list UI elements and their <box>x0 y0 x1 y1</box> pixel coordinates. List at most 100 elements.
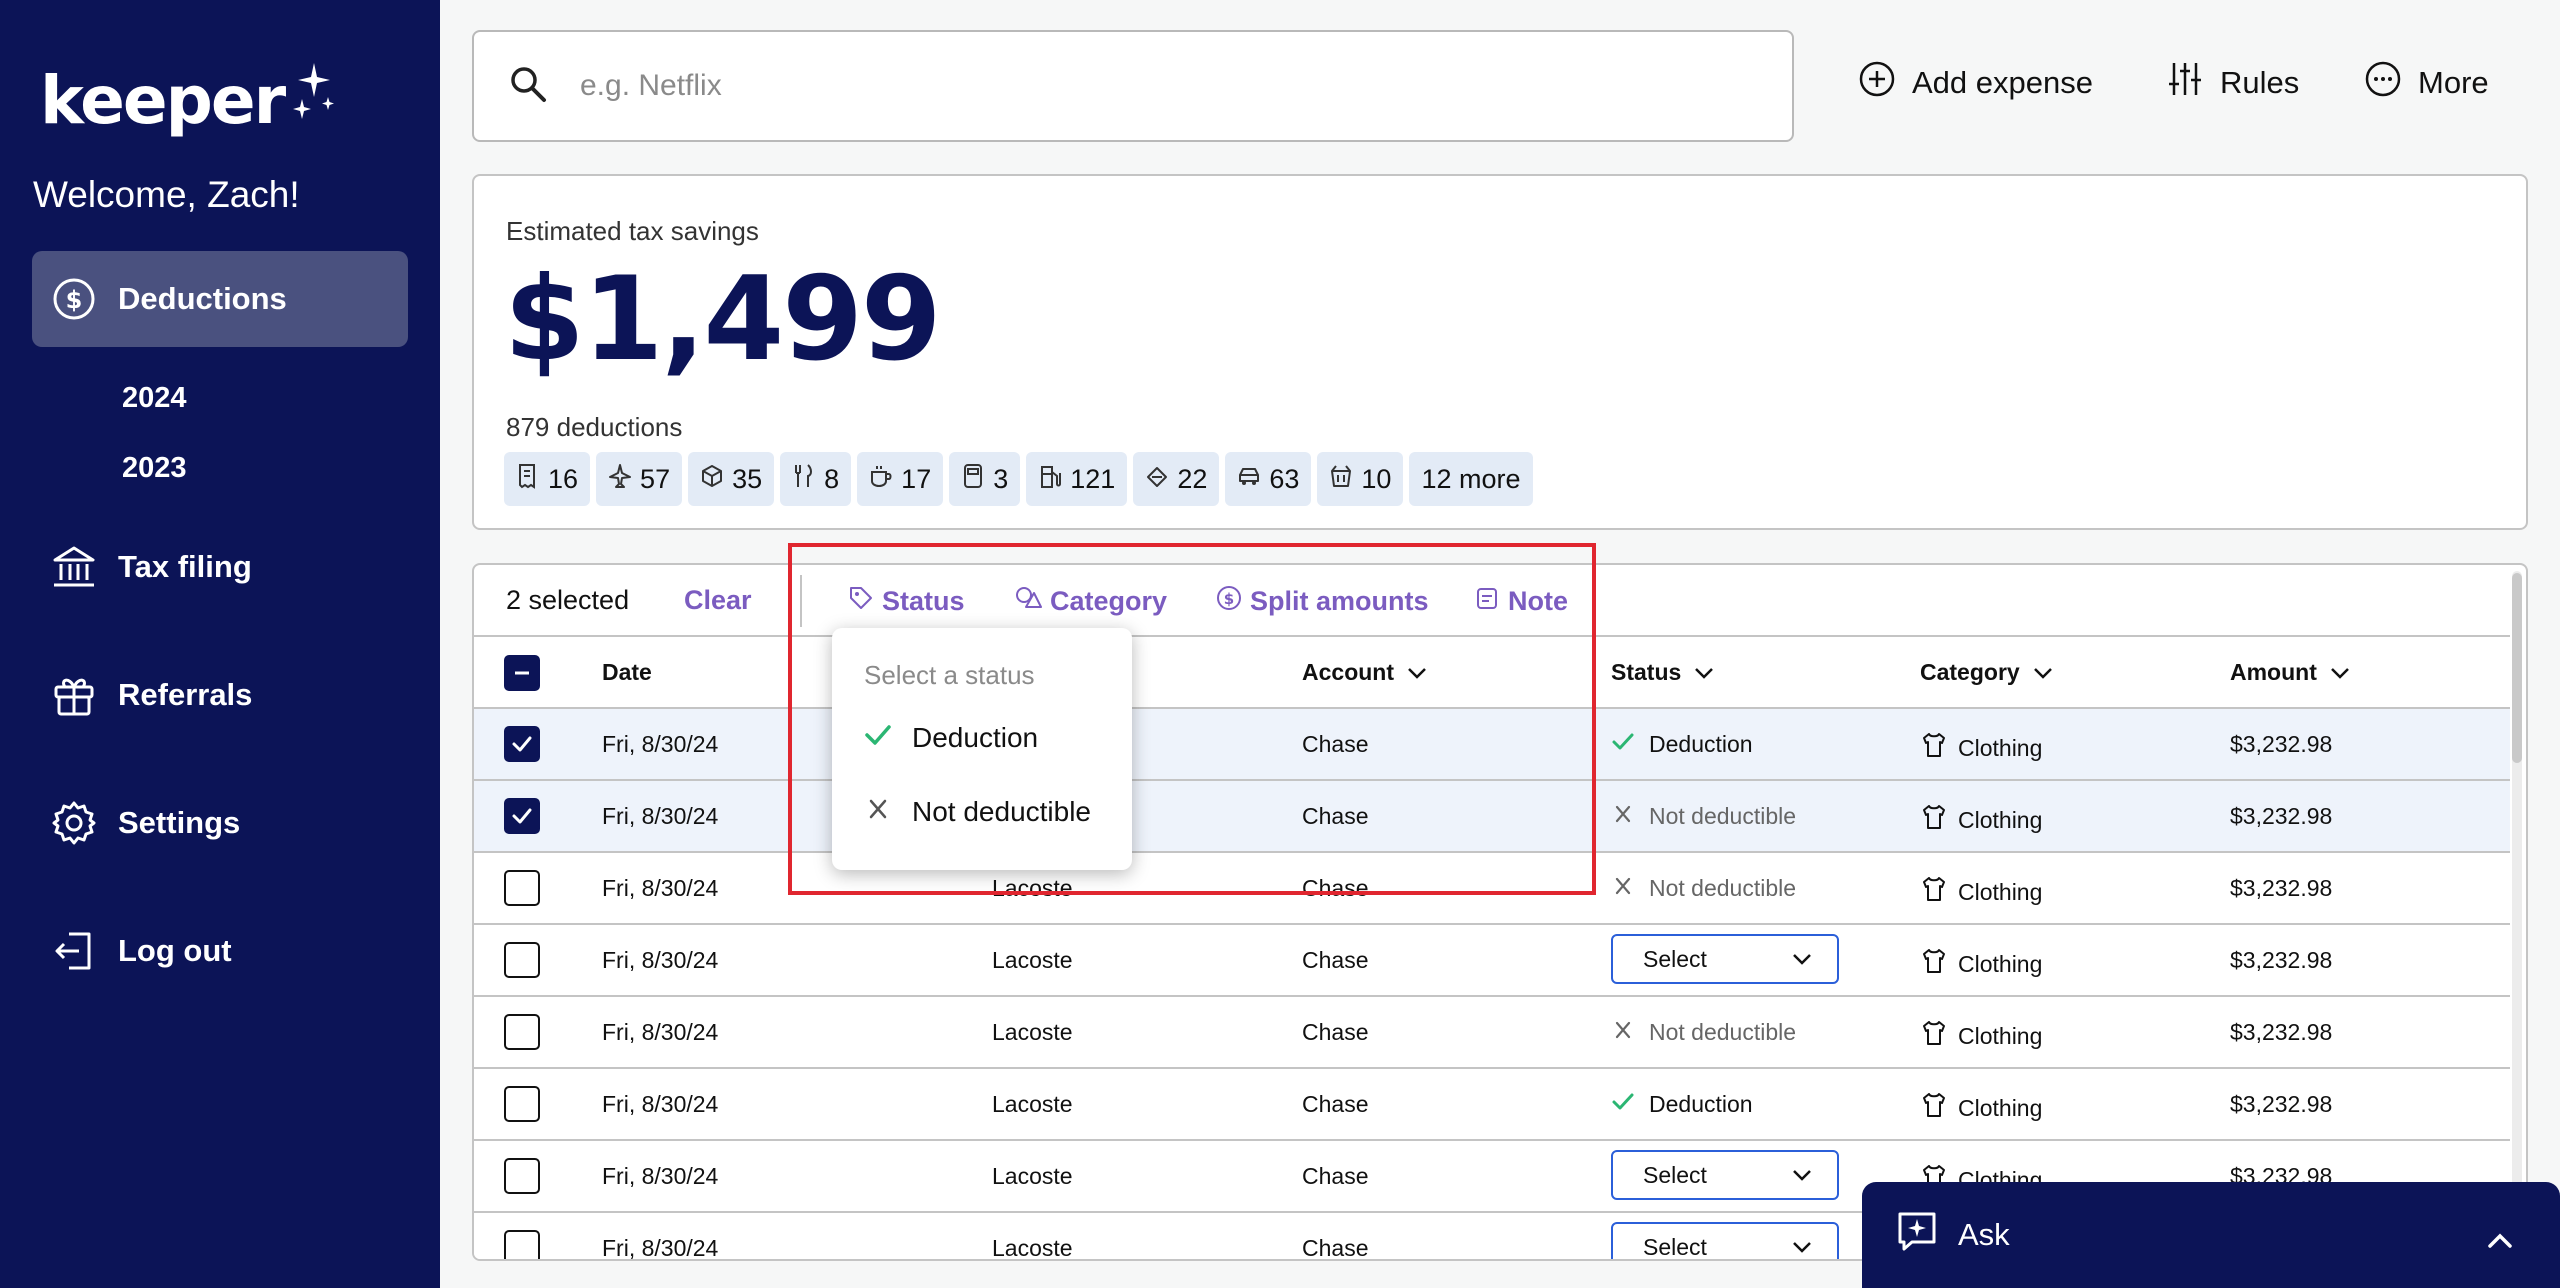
column-category[interactable]: Category <box>1920 659 2054 686</box>
shapes-icon <box>1014 585 1050 618</box>
chip-value: 35 <box>732 463 763 494</box>
chip-fuel[interactable]: 121 <box>1026 452 1128 506</box>
keeper-logo[interactable]: keeper <box>40 62 336 139</box>
chip-car[interactable]: 63 <box>1225 452 1312 506</box>
status-action-button[interactable]: Status <box>848 585 965 618</box>
chip-calculator[interactable]: 3 <box>949 452 1021 506</box>
sidebar-item-tax-filing[interactable]: Tax filing <box>32 519 408 615</box>
chip-coffee[interactable]: 17 <box>857 452 944 506</box>
merchant-cell: Lacoste <box>992 1235 1073 1261</box>
amount-cell: $3,232.98 <box>2230 1091 2333 1117</box>
more-button[interactable]: More <box>2364 60 2489 106</box>
account-cell: Chase <box>1302 1235 1369 1261</box>
row-checkbox[interactable] <box>504 726 540 762</box>
column-date[interactable]: Date <box>602 659 652 686</box>
scrollbar-thumb[interactable] <box>2512 573 2522 763</box>
category-cell[interactable]: Clothing <box>1920 1091 2042 1125</box>
date-cell: Fri, 8/30/24 <box>602 1019 719 1045</box>
chip-travel[interactable]: 57 <box>596 452 683 506</box>
add-expense-button[interactable]: Add expense <box>1858 60 2093 106</box>
category-label: Clothing <box>1958 1094 2043 1121</box>
category-cell[interactable]: Clothing <box>1920 731 2042 765</box>
chip-meals[interactable]: 8 <box>780 452 852 506</box>
status-cell[interactable]: Not deductible <box>1611 1019 1796 1046</box>
fuel-icon <box>1038 463 1070 496</box>
category-action-label: Category <box>1050 586 1168 616</box>
amount-cell: $3,232.98 <box>2230 803 2333 829</box>
rules-button[interactable]: Rules <box>2166 60 2299 106</box>
close-icon <box>1611 803 1649 830</box>
welcome-message: Welcome, Zach! <box>33 174 300 215</box>
merchant-cell: Lacoste <box>992 1091 1073 1117</box>
chip-basket[interactable]: 10 <box>1317 452 1404 506</box>
account-cell: Chase <box>1302 1019 1369 1045</box>
chip-more[interactable]: 12 more <box>1409 452 1533 506</box>
chip-value: 16 <box>548 463 579 494</box>
shirt-icon <box>1920 731 1958 765</box>
dropdown-option-deduction[interactable]: Deduction <box>864 722 1038 754</box>
table-row[interactable]: Fri, 8/30/24 Lacoste Chase Deduction Clothin… <box>474 1069 2510 1141</box>
column-status[interactable]: Status <box>1611 659 1715 686</box>
row-checkbox[interactable] <box>504 1230 540 1259</box>
merchant-cell: Lacoste <box>992 1019 1073 1045</box>
sidebar-item-deductions[interactable]: $ Deductions <box>32 251 408 347</box>
select-all-checkbox[interactable] <box>504 655 540 691</box>
status-cell[interactable]: Not deductible <box>1611 875 1796 902</box>
sparkle-icon <box>292 61 336 129</box>
category-cell[interactable]: Clothing <box>1920 803 2042 837</box>
sidebar-item-settings[interactable]: Settings <box>32 775 408 871</box>
column-account[interactable]: Account <box>1302 659 1428 686</box>
date-cell: Fri, 8/30/24 <box>602 875 719 901</box>
status-cell[interactable]: Deduction <box>1611 731 1753 758</box>
chevron-down-icon <box>1394 659 1428 686</box>
sidebar-item-log-out[interactable]: Log out <box>32 903 408 999</box>
category-action-button[interactable]: Category <box>1014 585 1167 618</box>
status-select-label: Select <box>1643 945 1707 972</box>
transactions-table: 2 selected Clear Status Category $ Split… <box>472 563 2528 1261</box>
row-checkbox[interactable] <box>504 870 540 906</box>
category-cell[interactable]: Clothing <box>1920 1019 2042 1053</box>
chip-tag[interactable]: 22 <box>1133 452 1220 506</box>
table-row[interactable]: Fri, 8/30/24 Lacoste Chase Select Clothing $3… <box>474 925 2510 997</box>
chip-value: 63 <box>1269 463 1300 494</box>
selected-count: 2 selected <box>506 584 630 615</box>
table-row[interactable]: Fri, 8/30/24 Chase Not deductible Clothing $… <box>474 781 2510 853</box>
split-amounts-button[interactable]: $ Split amounts <box>1216 585 1429 618</box>
category-cell[interactable]: Clothing <box>1920 947 2042 981</box>
coffee-icon <box>869 463 901 496</box>
chip-receipt[interactable]: 16 <box>504 452 591 506</box>
account-cell: Chase <box>1302 947 1369 973</box>
status-cell[interactable]: Deduction <box>1611 1091 1753 1118</box>
plus-circle-icon <box>1858 60 1912 106</box>
column-amount[interactable]: Amount <box>2230 659 2351 686</box>
sidebar-year-2023[interactable]: 2023 <box>122 452 187 485</box>
dropdown-option-not-deductible[interactable]: Not deductible <box>864 796 1091 828</box>
sidebar-item-label: Referrals <box>118 677 253 712</box>
row-checkbox[interactable] <box>504 942 540 978</box>
note-action-button[interactable]: Note <box>1474 585 1568 618</box>
table-row[interactable]: Fri, 8/30/24 Lacoste Chase Not deductible Cl… <box>474 997 2510 1069</box>
status-select[interactable]: Select <box>1611 1150 1839 1200</box>
ask-panel[interactable]: Ask <box>1862 1182 2560 1288</box>
status-cell[interactable]: Not deductible <box>1611 803 1796 830</box>
chip-value: 17 <box>901 463 932 494</box>
status-select[interactable]: Select <box>1611 934 1839 984</box>
category-cell[interactable]: Clothing <box>1920 875 2042 909</box>
sidebar-year-2024[interactable]: 2024 <box>122 382 187 415</box>
search-input[interactable] <box>580 69 1680 103</box>
table-row[interactable]: Fri, 8/30/24 Chase Deduction Clothing $3,232… <box>474 709 2510 781</box>
search-bar[interactable] <box>472 30 1794 142</box>
table-row[interactable]: Fri, 8/30/24 Lacoste Chase Not deductible Cl… <box>474 853 2510 925</box>
rules-label: Rules <box>2220 65 2300 100</box>
row-checkbox[interactable] <box>504 1086 540 1122</box>
table-header: Date Account Status Category Amount <box>474 637 2510 709</box>
status-select[interactable]: Select <box>1611 1222 1839 1259</box>
row-checkbox[interactable] <box>504 798 540 834</box>
row-checkbox[interactable] <box>504 1158 540 1194</box>
date-cell: Fri, 8/30/24 <box>602 731 719 757</box>
calculator-icon <box>961 463 993 496</box>
clear-selection-button[interactable]: Clear <box>684 585 752 616</box>
sidebar-item-referrals[interactable]: Referrals <box>32 647 408 743</box>
row-checkbox[interactable] <box>504 1014 540 1050</box>
chip-supplies[interactable]: 35 <box>688 452 775 506</box>
